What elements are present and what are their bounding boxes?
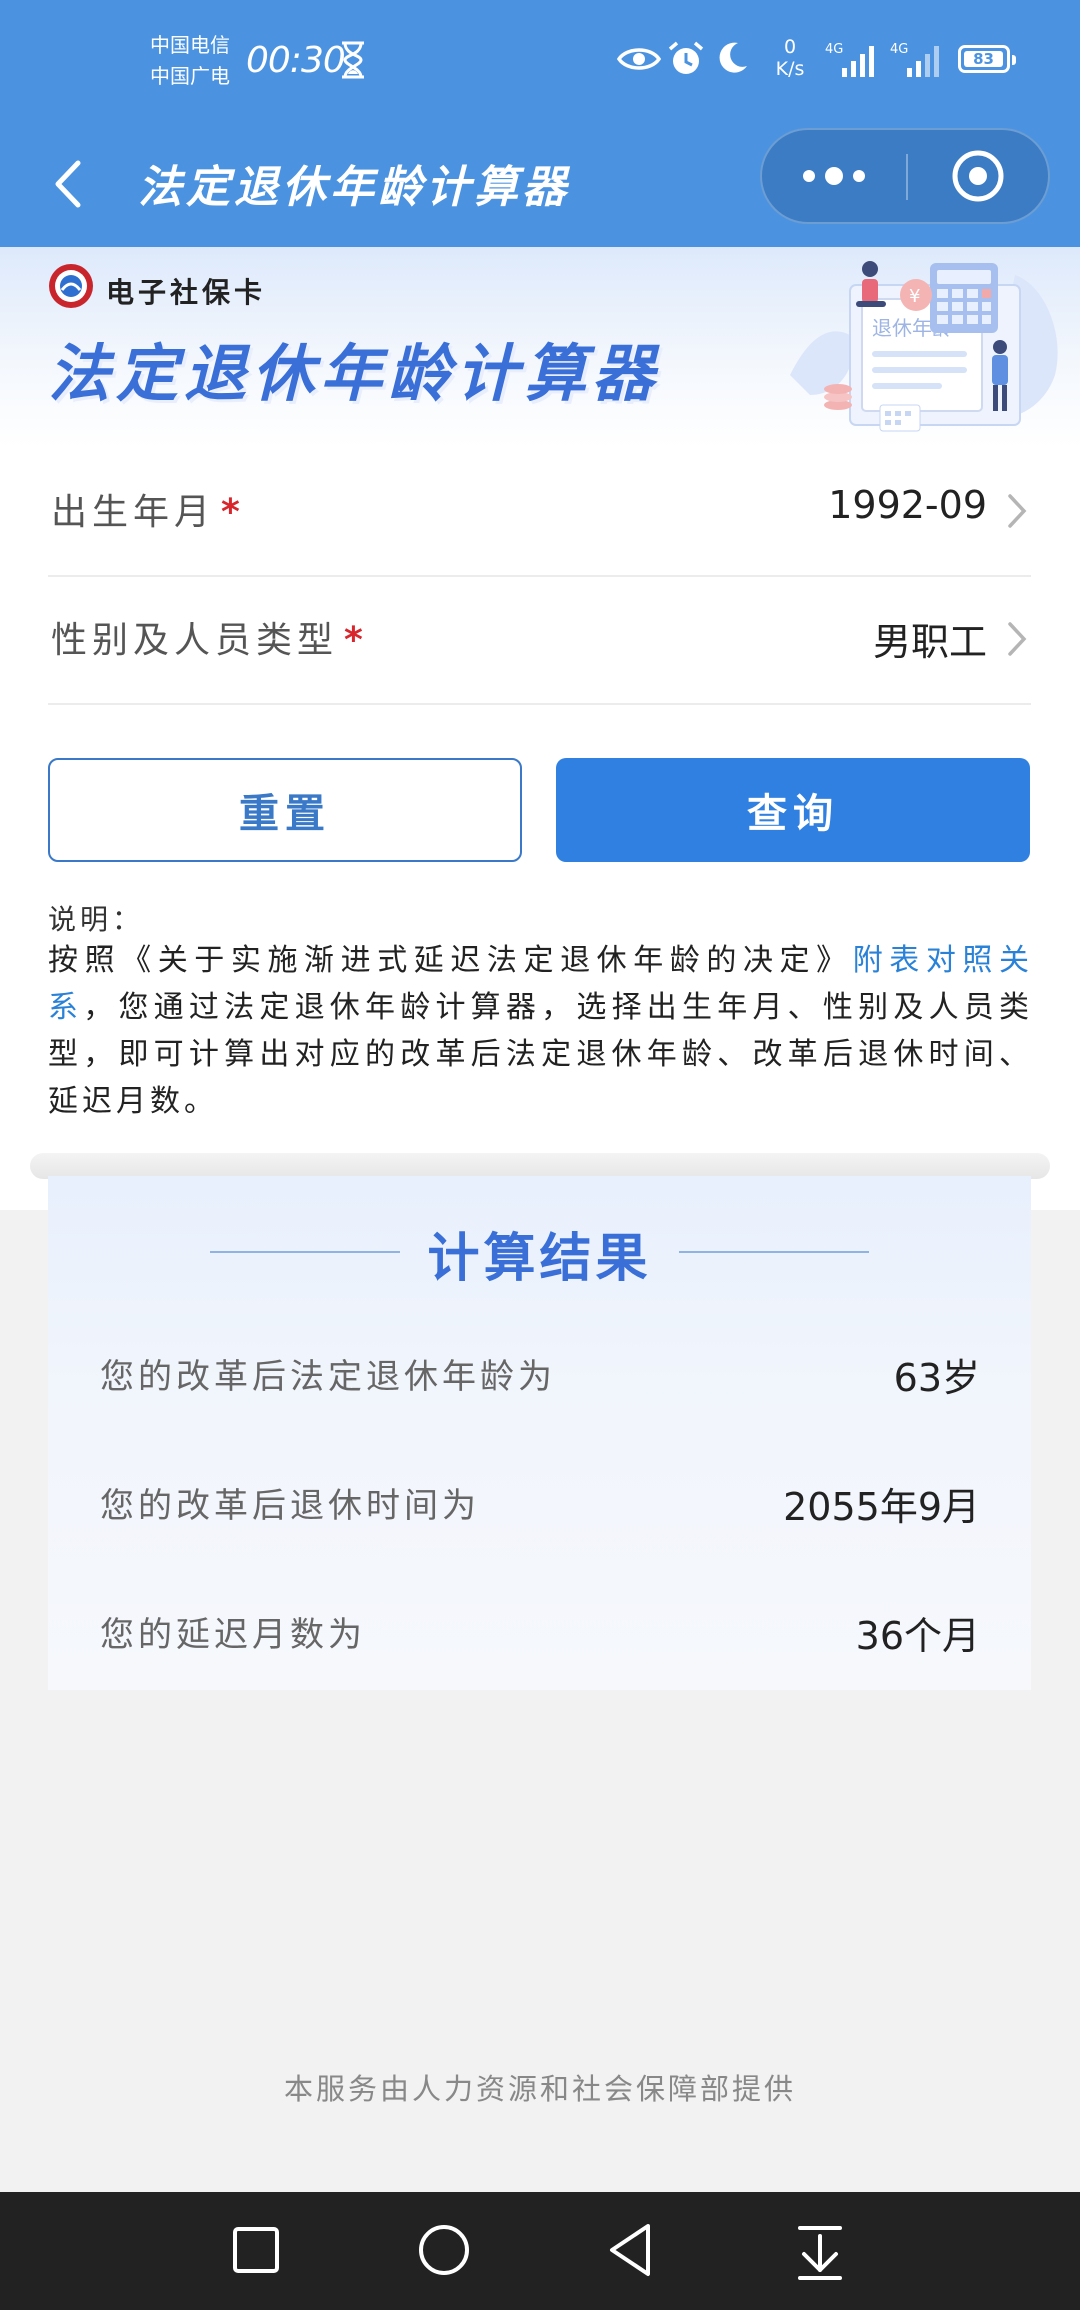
net-speed: 0 K/s — [770, 36, 810, 80]
moon-icon — [719, 42, 747, 73]
nav-title: 法定退休年龄计算器 — [138, 162, 570, 213]
alarm-icon — [668, 41, 704, 74]
gender-type-label-text: 性别及人员类型 — [51, 620, 339, 661]
birth-date-picker[interactable]: 出生年月 * 1992-09 — [48, 447, 1031, 577]
retirement-illustration: 退休年龄 ¥ — [790, 261, 1058, 432]
required-mark: * — [221, 492, 245, 533]
carrier-1: 中国电信 — [150, 33, 230, 57]
chevron-right-icon — [1008, 622, 1027, 656]
recent-apps-icon[interactable] — [216, 2214, 296, 2288]
battery-icon: 83 — [958, 45, 1016, 73]
home-icon[interactable] — [404, 2214, 484, 2288]
result-title: 计算结果 — [427, 1229, 652, 1289]
main-card: 电子社保卡 法定退休年龄计算器 退休年龄 ¥ 出生年月 * 1992-09 性别… — [0, 247, 1080, 1210]
carrier-info: 中国电信 中国广电 — [150, 30, 230, 92]
brand-name: 电子社保卡 — [106, 276, 267, 309]
status-bar: 中国电信 中国广电 00:30 0 K/s 4G 4G 83 — [0, 0, 1080, 125]
notes-text-before: 按照《关于实施渐进式延迟法定退休年龄的决定》 — [48, 943, 853, 978]
required-mark: * — [344, 620, 368, 661]
service-provider-footer: 本服务由人力资源和社会保障部提供 — [283, 2072, 796, 2106]
result-value: 63岁 — [893, 1356, 980, 1400]
banner-title: 法定退休年龄计算器 — [48, 337, 661, 410]
result-row-retirement-time: 您的改革后退休时间为 2055年9月 — [100, 1470, 980, 1530]
notes-heading: 说明： — [48, 903, 145, 936]
eye-icon — [617, 48, 661, 70]
svg-text:¥: ¥ — [909, 286, 920, 307]
result-value: 2055年9月 — [783, 1485, 980, 1529]
net-speed-value: 0 — [783, 36, 797, 58]
more-dots-icon[interactable] — [762, 130, 906, 222]
query-button[interactable]: 查询 — [556, 758, 1030, 862]
result-label: 您的改革后法定退休年龄为 — [100, 1357, 556, 1397]
carrier-2: 中国广电 — [150, 64, 230, 88]
target-close-icon[interactable] — [908, 130, 1048, 222]
signal-icon-2 — [907, 46, 939, 77]
birth-date-label-text: 出生年月 — [51, 492, 216, 533]
signal-icon — [842, 46, 874, 77]
result-row-retirement-age: 您的改革后法定退休年龄为 63岁 — [100, 1341, 980, 1401]
chevron-right-icon — [1008, 494, 1027, 528]
result-value: 36个月 — [855, 1614, 980, 1658]
system-navigation-bar — [0, 2192, 1080, 2310]
result-label: 您的延迟月数为 — [100, 1615, 366, 1655]
result-panel: 计算结果 您的改革后法定退休年龄为 63岁 您的改革后退休时间为 2055年9月… — [48, 1176, 1031, 1690]
gender-type-value: 男职工 — [872, 620, 987, 664]
back-icon[interactable] — [592, 2214, 672, 2288]
notes-text-after: ，您通过法定退休年龄计算器，选择出生年月、性别及人员类型，即可计算出对应的改革后… — [48, 990, 1034, 1119]
banner: 电子社保卡 法定退休年龄计算器 退休年龄 ¥ — [0, 247, 1080, 447]
gender-type-picker[interactable]: 性别及人员类型 * 男职工 — [48, 575, 1031, 705]
social-security-badge-icon — [49, 264, 93, 308]
result-row-delay-months: 您的延迟月数为 36个月 — [100, 1599, 980, 1659]
birth-date-label: 出生年月 * — [51, 483, 245, 535]
result-label: 您的改革后退休时间为 — [100, 1486, 480, 1526]
mini-program-capsule — [760, 128, 1050, 224]
back-arrow-icon[interactable] — [40, 149, 100, 219]
net-speed-unit: K/s — [775, 58, 805, 80]
birth-date-value: 1992-09 — [828, 483, 987, 527]
reset-button[interactable]: 重置 — [48, 758, 522, 862]
hourglass-icon — [342, 41, 364, 79]
battery-level: 83 — [964, 51, 1003, 67]
notes-text: 按照《关于实施渐进式延迟法定退休年龄的决定》附表对照关系，您通过法定退休年龄计算… — [48, 937, 1033, 1125]
gender-type-label: 性别及人员类型 * — [51, 611, 368, 663]
status-time: 00:30 — [246, 40, 346, 81]
nav-bar: 法定退休年龄计算器 — [0, 125, 1080, 247]
notification-pulldown-icon[interactable] — [780, 2214, 860, 2288]
